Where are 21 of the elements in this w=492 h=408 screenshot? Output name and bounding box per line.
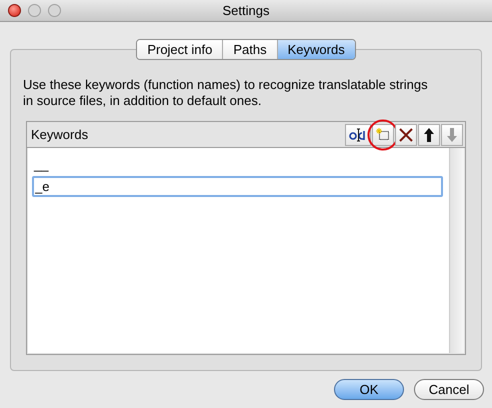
keyword-input[interactable]: _e xyxy=(32,176,443,197)
arrow-down-icon xyxy=(447,128,457,142)
toolbar-button[interactable] xyxy=(395,124,417,146)
toolbar-button[interactable] xyxy=(345,124,371,146)
keyword-item[interactable]: __ xyxy=(32,156,48,174)
text-cursor-icon xyxy=(348,128,368,142)
close-button[interactable] xyxy=(8,4,21,17)
new-item-icon xyxy=(376,128,390,141)
tab[interactable]: Keywords xyxy=(276,40,355,59)
dialog-button[interactable]: OK xyxy=(334,379,404,400)
description-text: Use these keywords (function names) to recognize translatable strings in source files, in addition to default ones. xyxy=(23,77,429,109)
list-header: Keywords xyxy=(30,126,88,144)
arrow-up-icon xyxy=(424,128,434,142)
toolbar-button[interactable] xyxy=(418,124,440,146)
window-title: Settings xyxy=(222,2,270,20)
tab[interactable]: Project info xyxy=(137,40,222,59)
toolbar-button[interactable] xyxy=(372,124,394,146)
tab[interactable]: Paths xyxy=(222,40,277,59)
dialog-button[interactable]: Cancel xyxy=(414,379,484,400)
delete-icon xyxy=(399,128,413,142)
scrollbar[interactable] xyxy=(449,148,464,353)
